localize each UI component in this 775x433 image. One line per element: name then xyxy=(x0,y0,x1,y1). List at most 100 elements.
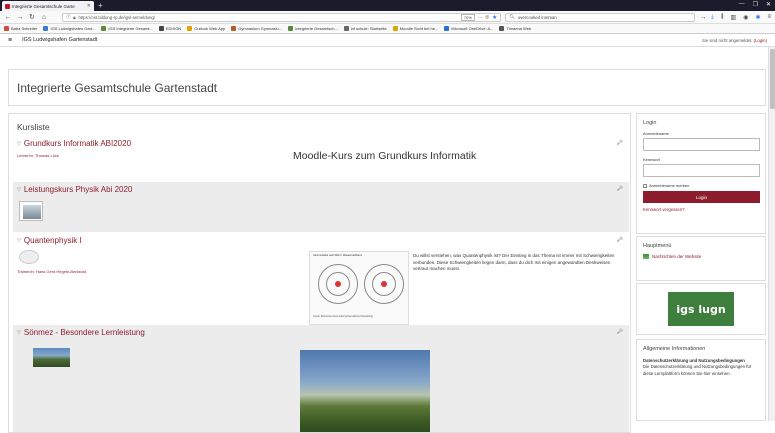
page-header: Integrierte Gesamtschule Gartenstadt xyxy=(8,69,766,106)
address-bar[interactable]: ⓘ 🔒︎ https://ost.bildung-rp.de/igsl-anme… xyxy=(61,12,502,22)
bookmark-label[interactable]: Microsoft OneDrive: A... xyxy=(451,26,493,31)
bookmark-icon xyxy=(158,26,164,31)
lock-icon: 🔒︎ xyxy=(73,14,76,20)
course-icon: ▽ xyxy=(17,237,21,244)
bookmark-label[interactable]: EDISON xyxy=(166,26,181,31)
nucleus xyxy=(335,281,341,287)
course-title[interactable]: ▽ Quantenphysik I xyxy=(17,236,82,245)
course-title[interactable]: ▽ Leistungskurs Physik Abi 2020 xyxy=(17,185,132,194)
page-actions-icon[interactable]: ··· xyxy=(478,15,482,20)
addon-icon[interactable]: ◉ xyxy=(743,14,748,21)
search-text[interactable]: overcooked ironman xyxy=(518,15,557,20)
bookmark-label[interactable]: Integrierte Gesamtsch... xyxy=(295,26,338,31)
bookmark-item[interactable]: inf schule: Startseite xyxy=(343,26,387,31)
search-box[interactable]: 🔍︎ overcooked ironman xyxy=(505,12,696,22)
bookmark-item[interactable]: Microsoft OneDrive: A... xyxy=(444,26,493,31)
bookmark-label[interactable]: Timaena Web xyxy=(506,26,531,31)
bookmark-label[interactable]: inf schule: Startseite xyxy=(351,26,387,31)
browser-tab[interactable]: Integrierte Gesamtschule Garte ✕ xyxy=(2,1,94,11)
forgot-password-link[interactable]: Kennwort vergessen? xyxy=(643,207,759,212)
scrollbar-thumb[interactable] xyxy=(770,49,775,109)
bookmark-label[interactable]: Outlook Web App xyxy=(194,26,225,31)
bookmark-item[interactable]: Integrierte Gesamtsch... xyxy=(288,26,338,31)
atom-model-diagram: Atommodelle nach Bohr / Wasserstoffatom … xyxy=(309,251,409,325)
bookmark-label[interactable]: Moodle Sicht bei he... xyxy=(400,26,438,31)
school-logo: igs lugn xyxy=(668,292,734,326)
bookmark-label[interactable]: IGS Integrierte Gesamt... xyxy=(108,26,152,31)
bookmark-icon xyxy=(4,26,9,31)
course-item: ▽ Grundkurs Informatik ABI2020 🔑︎ Lehrer… xyxy=(13,136,629,182)
username-input[interactable] xyxy=(643,138,760,151)
url-text[interactable]: https://ost.bildung-rp.de/igsl-anmeldung… xyxy=(79,15,458,20)
page-content: Integrierte Gesamtschule Gartenstadt Kur… xyxy=(0,47,775,433)
hamburger-menu-icon[interactable]: ≡ xyxy=(8,37,12,44)
sidebar-icon[interactable]: ▥ xyxy=(731,14,737,21)
bookmark-icon xyxy=(187,26,193,31)
bookmark-item[interactable]: Timaena Web xyxy=(499,26,531,31)
scrollbar[interactable] xyxy=(768,47,775,421)
bookmark-icon xyxy=(343,26,349,31)
site-header: ≡ IGS Ludwigshafen Gartenstadt Sie sind … xyxy=(0,34,775,47)
nucleus xyxy=(381,281,387,287)
home-icon[interactable]: ⌂ xyxy=(40,14,48,21)
bookmark-icon xyxy=(288,26,294,31)
course-description: Du willst verstehen, was Quantenphysik i… xyxy=(413,253,615,271)
new-tab-button[interactable]: + xyxy=(98,1,103,11)
course-title-text[interactable]: Grundkurs Informatik ABI2020 xyxy=(24,139,131,148)
course-title-text[interactable]: Leistungskurs Physik Abi 2020 xyxy=(24,185,133,194)
bookmark-star-icon[interactable]: ★ xyxy=(492,14,497,21)
site-name[interactable]: IGS Ludwigshafen Gartenstadt xyxy=(22,37,97,43)
menu-icon[interactable]: ≡ xyxy=(767,14,771,21)
course-title[interactable]: ▽ Grundkurs Informatik ABI2020 xyxy=(17,139,131,148)
main-menu-title: Hauptmenü xyxy=(643,243,672,249)
bookmark-item[interactable]: Baba Schreiter xyxy=(4,26,37,31)
customize-icon[interactable]: ✱ xyxy=(755,14,760,21)
tab-title: Integrierte Gesamtschule Garte xyxy=(12,3,75,9)
go-arrow-icon[interactable]: → xyxy=(699,14,707,21)
pocket-icon[interactable]: ◎ xyxy=(485,14,489,20)
course-title-text[interactable]: Sönmez - Besondere Lernleistung xyxy=(24,328,145,337)
forward-icon[interactable]: → xyxy=(16,14,24,21)
checkbox-icon[interactable] xyxy=(643,183,647,188)
course-item: ▽ Sönmez - Besondere Lernleistung 🔑︎ xyxy=(13,325,629,432)
key-icon: 🔑︎ xyxy=(616,186,623,192)
course-title-text[interactable]: Quantenphysik I xyxy=(24,236,82,245)
bookmark-item[interactable]: IGS Ludwigshafen Gart... xyxy=(43,26,95,31)
course-icon: ▽ xyxy=(17,140,21,147)
bookmark-item[interactable]: EDISON xyxy=(158,26,181,31)
bookmark-label[interactable]: Baba Schreiter xyxy=(11,26,37,31)
tab-close-icon[interactable]: ✕ xyxy=(87,3,91,9)
atom-icon xyxy=(19,250,39,264)
password-input[interactable] xyxy=(643,164,760,177)
bookmarks-bar: Baba Schreiter IGS Ludwigshafen Gart... IG… xyxy=(0,24,775,34)
course-icon: ▽ xyxy=(17,329,21,336)
search-icon: 🔍︎ xyxy=(509,14,515,19)
course-title[interactable]: ▽ Sönmez - Besondere Lernleistung xyxy=(17,328,145,337)
maximize-icon[interactable]: ❐ xyxy=(753,1,758,8)
remember-checkbox[interactable]: Anmeldename merken xyxy=(643,183,759,188)
close-window-icon[interactable]: ✕ xyxy=(766,1,771,8)
bookmark-item[interactable]: Outlook Web App xyxy=(187,26,225,31)
bookmark-item[interactable]: Moodle Sicht bei he... xyxy=(392,26,438,31)
download-icon[interactable]: ⤓ xyxy=(711,14,714,21)
zoom-level[interactable]: 70% xyxy=(460,13,475,21)
diagram-title: Atommodelle nach Bohr / Wasserstoffatom xyxy=(313,254,363,257)
back-icon[interactable]: ← xyxy=(4,14,12,21)
login-button[interactable]: Login xyxy=(643,191,760,203)
course-summary: Moodle-Kurs zum Grundkurs Informatik xyxy=(293,150,477,162)
bookmark-item[interactable]: IGS Integrierte Gesamt... xyxy=(101,26,153,31)
course-teacher[interactable]: Trainer/in: Hans Gerd Hegele-Berkbold xyxy=(17,269,86,274)
site-news-link[interactable]: Nachrichten der Website xyxy=(643,254,759,259)
site-news-label[interactable]: Nachrichten der Website xyxy=(652,254,701,259)
info-icon[interactable]: ⓘ xyxy=(66,14,70,20)
login-link[interactable]: (Login) xyxy=(754,38,767,43)
remember-label: Anmeldename merken xyxy=(649,183,690,188)
bookmark-label[interactable]: IGS Ludwigshafen Gart... xyxy=(50,26,95,31)
course-teacher[interactable]: Lehrer/in: Thomas Lück xyxy=(17,153,59,158)
reload-icon[interactable]: ↻ xyxy=(28,13,36,21)
course-item: ▽ Leistungskurs Physik Abi 2020 🔑︎ xyxy=(13,182,629,232)
library-icon[interactable]: ⫼ xyxy=(721,14,724,21)
minimize-icon[interactable]: — xyxy=(739,1,745,8)
bookmark-label[interactable]: Gymnasium Gymnasiu... xyxy=(238,26,282,31)
bookmark-item[interactable]: Gymnasium Gymnasiu... xyxy=(231,26,282,31)
